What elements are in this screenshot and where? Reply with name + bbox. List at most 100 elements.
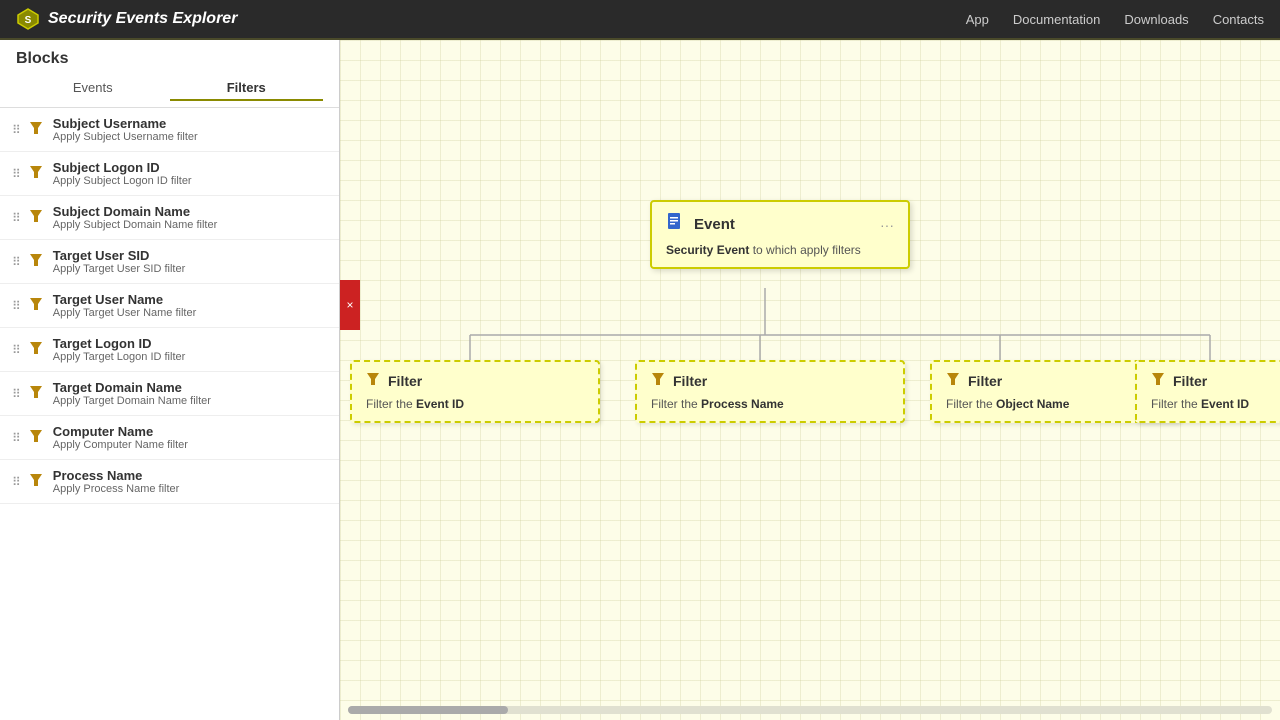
- filter-block-3-desc: Filter the Object Name: [946, 397, 1164, 411]
- sidebar-item-2[interactable]: ⠿ Subject Domain Name Apply Subject Doma…: [0, 196, 339, 240]
- filter-block-4-bold: Event ID: [1201, 397, 1249, 411]
- sidebar-item-4[interactable]: ⠿ Target User Name Apply Target User Nam…: [0, 284, 339, 328]
- item-title: Target Domain Name: [53, 380, 211, 395]
- filter-funnel-icon-2: [651, 372, 665, 389]
- filter-block-2-bold: Process Name: [701, 397, 784, 411]
- filter-icon: [29, 253, 43, 270]
- sidebar: Blocks Events Filters ⠿ Subject Username…: [0, 40, 340, 720]
- close-button[interactable]: ×: [340, 280, 360, 330]
- filter-block-3-bold: Object Name: [996, 397, 1069, 411]
- main: Blocks Events Filters ⠿ Subject Username…: [0, 40, 1280, 720]
- filter-block-2-desc: Filter the Process Name: [651, 397, 889, 411]
- event-block-desc-bold: Security Event: [666, 243, 749, 257]
- scrollbar-thumb[interactable]: [348, 706, 508, 714]
- drag-handle: ⠿: [12, 343, 21, 357]
- sidebar-item-6[interactable]: ⠿ Target Domain Name Apply Target Domain…: [0, 372, 339, 416]
- filter-block-1-bold: Event ID: [416, 397, 464, 411]
- filter-icon: [29, 429, 43, 446]
- filter-icon: [29, 297, 43, 314]
- filter-icon: [29, 165, 43, 182]
- drag-handle: ⠿: [12, 123, 21, 137]
- filter-block-2-title: Filter: [673, 373, 707, 389]
- filter-block-3-pre: Filter the: [946, 397, 996, 411]
- item-desc: Apply Target Logon ID filter: [53, 351, 185, 363]
- filter-block-2-header: Filter: [651, 372, 889, 389]
- sidebar-title: Blocks: [16, 50, 323, 68]
- event-block-menu[interactable]: ···: [880, 217, 894, 233]
- filter-block-4-pre: Filter the: [1151, 397, 1201, 411]
- drag-handle: ⠿: [12, 167, 21, 181]
- filter-block-1-pre: Filter the: [366, 397, 416, 411]
- drag-handle: ⠿: [12, 211, 21, 225]
- tab-events[interactable]: Events: [16, 76, 170, 101]
- item-desc: Apply Process Name filter: [53, 483, 180, 495]
- filter-block-4[interactable]: Filter Filter the Event ID: [1135, 360, 1280, 423]
- filter-block-4-desc: Filter the Event ID: [1151, 397, 1280, 411]
- filter-funnel-icon-4: [1151, 372, 1165, 389]
- item-desc: Apply Target Domain Name filter: [53, 395, 211, 407]
- filter-icon: [29, 473, 43, 490]
- filter-block-1-desc: Filter the Event ID: [366, 397, 584, 411]
- filter-icon: [29, 121, 43, 138]
- sidebar-item-1[interactable]: ⠿ Subject Logon ID Apply Subject Logon I…: [0, 152, 339, 196]
- filter-block-4-header: Filter: [1151, 372, 1280, 389]
- item-text: Target Domain Name Apply Target Domain N…: [53, 380, 211, 407]
- filter-block-3-title: Filter: [968, 373, 1002, 389]
- filter-block-1[interactable]: Filter Filter the Event ID: [350, 360, 600, 423]
- item-desc: Apply Target User SID filter: [53, 263, 185, 275]
- item-desc: Apply Subject Username filter: [53, 131, 198, 143]
- filter-block-1-header: Filter: [366, 372, 584, 389]
- sidebar-item-3[interactable]: ⠿ Target User SID Apply Target User SID …: [0, 240, 339, 284]
- nav-app[interactable]: App: [966, 12, 989, 27]
- item-title: Subject Domain Name: [53, 204, 217, 219]
- nav-downloads[interactable]: Downloads: [1124, 12, 1188, 27]
- filter-icon: [29, 341, 43, 358]
- nav-links: App Documentation Downloads Contacts: [966, 12, 1264, 27]
- filter-icon: [29, 385, 43, 402]
- item-text: Target Logon ID Apply Target Logon ID fi…: [53, 336, 185, 363]
- canvas-scrollbar[interactable]: [340, 704, 1280, 716]
- filter-icon: [29, 209, 43, 226]
- tab-filters[interactable]: Filters: [170, 76, 324, 101]
- filter-block-3-header: Filter: [946, 372, 1164, 389]
- sidebar-item-0[interactable]: ⠿ Subject Username Apply Subject Usernam…: [0, 108, 339, 152]
- item-text: Subject Domain Name Apply Subject Domain…: [53, 204, 217, 231]
- app-title: Security Events Explorer: [48, 10, 237, 28]
- item-title: Target Logon ID: [53, 336, 185, 351]
- item-text: Process Name Apply Process Name filter: [53, 468, 180, 495]
- item-title: Target User Name: [53, 292, 196, 307]
- logo-icon: S: [16, 7, 40, 31]
- event-block-title: Event: [694, 216, 735, 233]
- nav-documentation[interactable]: Documentation: [1013, 12, 1100, 27]
- sidebar-item-8[interactable]: ⠿ Process Name Apply Process Name filter: [0, 460, 339, 504]
- sidebar-header: Blocks Events Filters: [0, 40, 339, 108]
- item-title: Process Name: [53, 468, 180, 483]
- item-desc: Apply Target User Name filter: [53, 307, 196, 319]
- event-block[interactable]: Event ··· Security Event to which apply …: [650, 200, 910, 269]
- drag-handle: ⠿: [12, 475, 21, 489]
- item-text: Subject Username Apply Subject Username …: [53, 116, 198, 143]
- item-title: Subject Username: [53, 116, 198, 131]
- nav-contacts[interactable]: Contacts: [1213, 12, 1264, 27]
- header: S Security Events Explorer App Documenta…: [0, 0, 1280, 40]
- sidebar-item-5[interactable]: ⠿ Target Logon ID Apply Target Logon ID …: [0, 328, 339, 372]
- drag-handle: ⠿: [12, 299, 21, 313]
- filter-funnel-icon-1: [366, 372, 380, 389]
- svg-text:S: S: [25, 15, 32, 26]
- item-text: Target User SID Apply Target User SID fi…: [53, 248, 185, 275]
- item-desc: Apply Subject Domain Name filter: [53, 219, 217, 231]
- event-block-desc: Security Event to which apply filters: [666, 243, 894, 257]
- item-title: Target User SID: [53, 248, 185, 263]
- filter-block-2[interactable]: Filter Filter the Process Name: [635, 360, 905, 423]
- item-title: Subject Logon ID: [53, 160, 192, 175]
- filter-block-4-title: Filter: [1173, 373, 1207, 389]
- item-text: Subject Logon ID Apply Subject Logon ID …: [53, 160, 192, 187]
- sidebar-item-7[interactable]: ⠿ Computer Name Apply Computer Name filt…: [0, 416, 339, 460]
- item-text: Computer Name Apply Computer Name filter: [53, 424, 188, 451]
- item-desc: Apply Subject Logon ID filter: [53, 175, 192, 187]
- event-block-header: Event ···: [666, 212, 894, 237]
- sidebar-tabs: Events Filters: [16, 76, 323, 101]
- drag-handle: ⠿: [12, 431, 21, 445]
- event-block-desc-text: to which apply filters: [749, 243, 860, 257]
- filter-block-1-title: Filter: [388, 373, 422, 389]
